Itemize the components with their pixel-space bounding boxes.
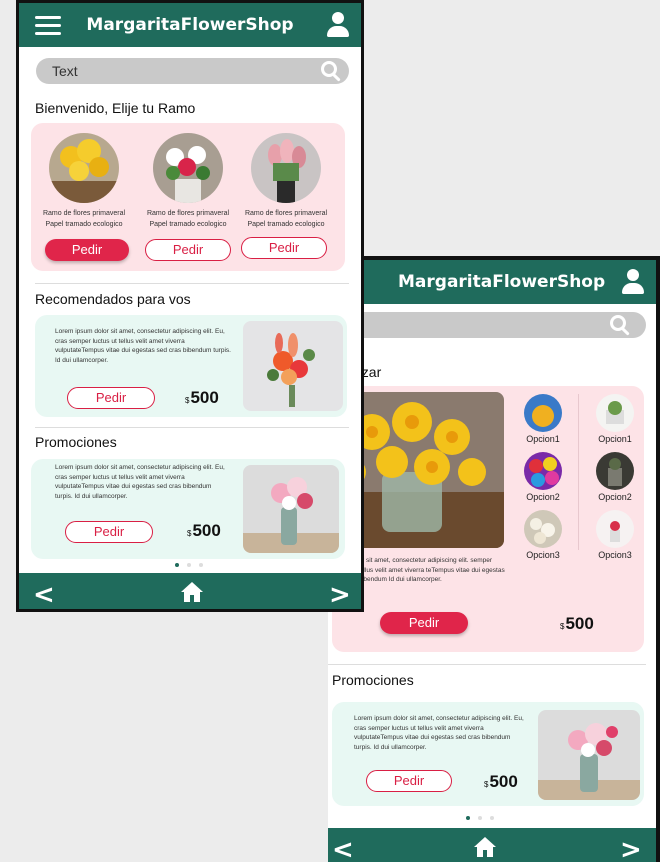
option-label[interactable]: Opcion1 [513,434,573,444]
order-button[interactable]: Pedir [380,612,468,634]
order-button[interactable]: Pedir [65,521,153,543]
option-label[interactable]: Opcion3 [585,550,645,560]
product-caption: Ramo de flores primaveral Papel tramado … [244,210,328,228]
carousel-dots[interactable] [175,563,203,567]
promo-text: Lorem ipsum dolor sit amet, consectetur … [354,715,524,751]
home-icon[interactable] [181,582,203,602]
bouquet-image[interactable] [49,133,119,203]
app-title: MargaritaFlowerShop [86,15,294,35]
app-title: MargaritaFlowerShop [398,272,606,292]
bottom-nav: < > [328,828,656,862]
price: $500 [185,388,219,407]
chevron-left-icon[interactable]: < [332,835,354,862]
order-button[interactable]: Pedir [45,239,129,261]
user-icon[interactable] [325,12,351,38]
customize-screen: MargaritaFlowerShop xt nalizar Opcion1 [328,256,660,862]
user-icon[interactable] [620,269,646,295]
chevron-right-icon[interactable]: > [620,835,642,862]
search-bar[interactable]: Text [36,58,349,84]
home-screen: MargaritaFlowerShop Text Bienvenido, Eli… [16,0,364,612]
divider [35,427,349,428]
chevron-right-icon[interactable]: > [329,580,351,609]
divider [35,283,349,284]
option-image[interactable] [524,510,562,548]
home-icon[interactable] [474,837,496,857]
section-title-promotions: Promociones [35,434,117,450]
promo-card: Lorem ipsum dolor sit amet, consectetur … [31,459,345,559]
customize-panel: Opcion1 Opcion1 Opcion2 Opcion2 Opcion3 … [332,386,644,652]
order-button[interactable]: Pedir [67,387,155,409]
recommended-text: Lorem ipsum dolor sit amet, consectetur … [55,328,231,364]
option-label[interactable]: Opcion2 [513,492,573,502]
recommended-photo [243,321,343,411]
bottom-nav: < > [19,573,361,609]
price: $500 [560,614,594,633]
price: $500 [484,772,518,791]
order-button[interactable]: Pedir [145,239,231,261]
chevron-left-icon[interactable]: < [33,580,55,609]
product-caption: Ramo de flores primaveral Papel tramado … [146,210,230,228]
price: $500 [187,521,221,540]
search-input[interactable]: Text [52,63,78,79]
welcome-title: Bienvenido, Elije tu Ramo [35,100,196,116]
option-label[interactable]: Opcion2 [585,492,645,502]
option-image[interactable] [596,394,634,432]
option-label[interactable]: Opcion1 [585,434,645,444]
promo-card: Lorem ipsum dolor sit amet, consectetur … [332,702,644,806]
bouquet-image[interactable] [251,133,321,203]
promo-photo [243,465,339,553]
option-image[interactable] [596,510,634,548]
featured-panel: Ramo de flores primaveral Papel tramado … [31,123,345,271]
app-bar: MargaritaFlowerShop [19,3,361,47]
option-image[interactable] [596,452,634,490]
search-icon[interactable] [321,61,337,77]
recommended-card: Lorem ipsum dolor sit amet, consectetur … [35,315,347,417]
section-title-recommended: Recomendados para vos [35,291,191,307]
carousel-dots[interactable] [466,816,494,820]
option-image[interactable] [524,394,562,432]
app-bar: MargaritaFlowerShop [328,260,656,304]
option-image[interactable] [524,452,562,490]
option-label[interactable]: Opcion3 [513,550,573,560]
section-title-promotions: Promociones [332,672,414,688]
product-caption: Ramo de flores primaveral Papel tramado … [42,210,126,228]
order-button[interactable]: Pedir [366,770,452,792]
order-button[interactable]: Pedir [241,237,327,259]
promo-photo [538,710,640,800]
search-icon[interactable] [610,315,626,331]
promo-text: Lorem ipsum dolor sit amet, consectetur … [55,464,225,500]
search-bar[interactable]: xt [328,312,646,338]
divider [328,664,646,665]
bouquet-image[interactable] [153,133,223,203]
